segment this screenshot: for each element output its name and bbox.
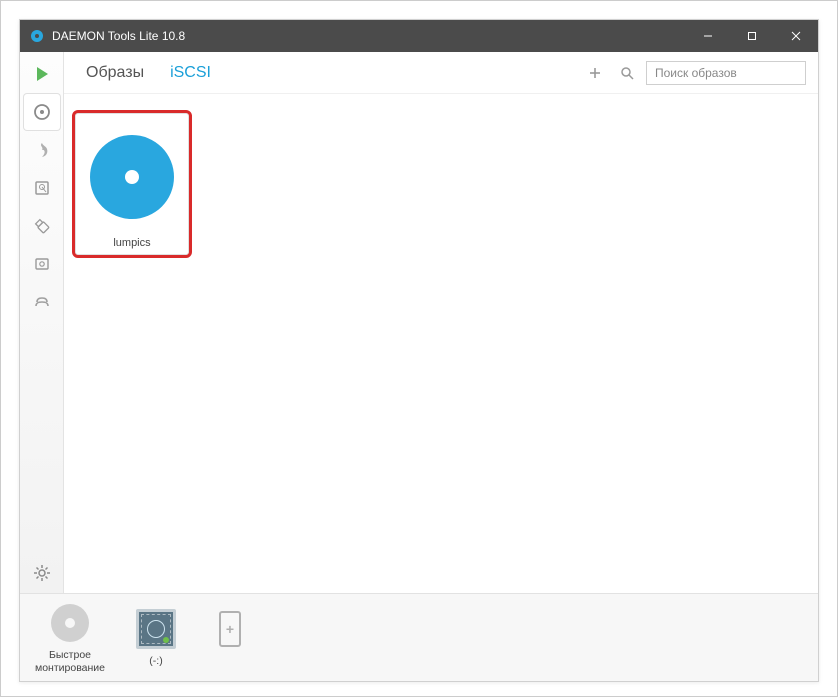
titlebar: DAEMON Tools Lite 10.8 (20, 20, 818, 52)
sidebar-mount-button[interactable] (24, 56, 60, 92)
sidebar-images-button[interactable] (24, 94, 60, 130)
app-icon (30, 29, 44, 43)
sidebar (20, 52, 64, 593)
minimize-button[interactable] (686, 20, 730, 52)
sidebar-hdd-button[interactable] (24, 170, 60, 206)
sidebar-burn-button[interactable] (24, 132, 60, 168)
image-card-label: lumpics (81, 237, 183, 249)
search-icon[interactable] (614, 60, 640, 86)
virtual-drive-button[interactable]: (-:) (128, 606, 184, 668)
tab-iscsi[interactable]: iSCSI (160, 60, 221, 86)
search-input[interactable] (647, 62, 805, 84)
maximize-button[interactable] (730, 20, 774, 52)
phone-plus-icon: + (219, 611, 241, 647)
virtual-drive-label: (-:) (128, 655, 184, 668)
sidebar-settings-button[interactable] (24, 555, 60, 591)
window-controls (686, 20, 818, 52)
image-card[interactable]: lumpics (72, 110, 192, 258)
search-box (646, 61, 806, 85)
bottom-bar: Быстрое монтирование (-:) + (20, 593, 818, 681)
sidebar-optical-button[interactable] (24, 246, 60, 282)
add-device-button[interactable]: + (202, 606, 258, 668)
outer-frame: DAEMON Tools Lite 10.8 (0, 0, 838, 697)
tab-images[interactable]: Образы (76, 60, 154, 86)
image-catalog: lumpics (64, 94, 818, 593)
window-title: DAEMON Tools Lite 10.8 (52, 29, 686, 43)
sidebar-usb-button[interactable] (24, 208, 60, 244)
add-button[interactable] (582, 60, 608, 86)
drive-icon (136, 609, 176, 649)
toolbar: Образы iSCSI (64, 52, 818, 94)
sidebar-iscsi-button[interactable] (24, 284, 60, 320)
quick-mount-button[interactable]: Быстрое монтирование (30, 600, 110, 675)
disc-gray-icon (51, 604, 89, 642)
app-window: DAEMON Tools Lite 10.8 (19, 19, 819, 682)
quick-mount-label: Быстрое монтирование (30, 649, 110, 675)
close-button[interactable] (774, 20, 818, 52)
disc-icon (90, 135, 174, 219)
